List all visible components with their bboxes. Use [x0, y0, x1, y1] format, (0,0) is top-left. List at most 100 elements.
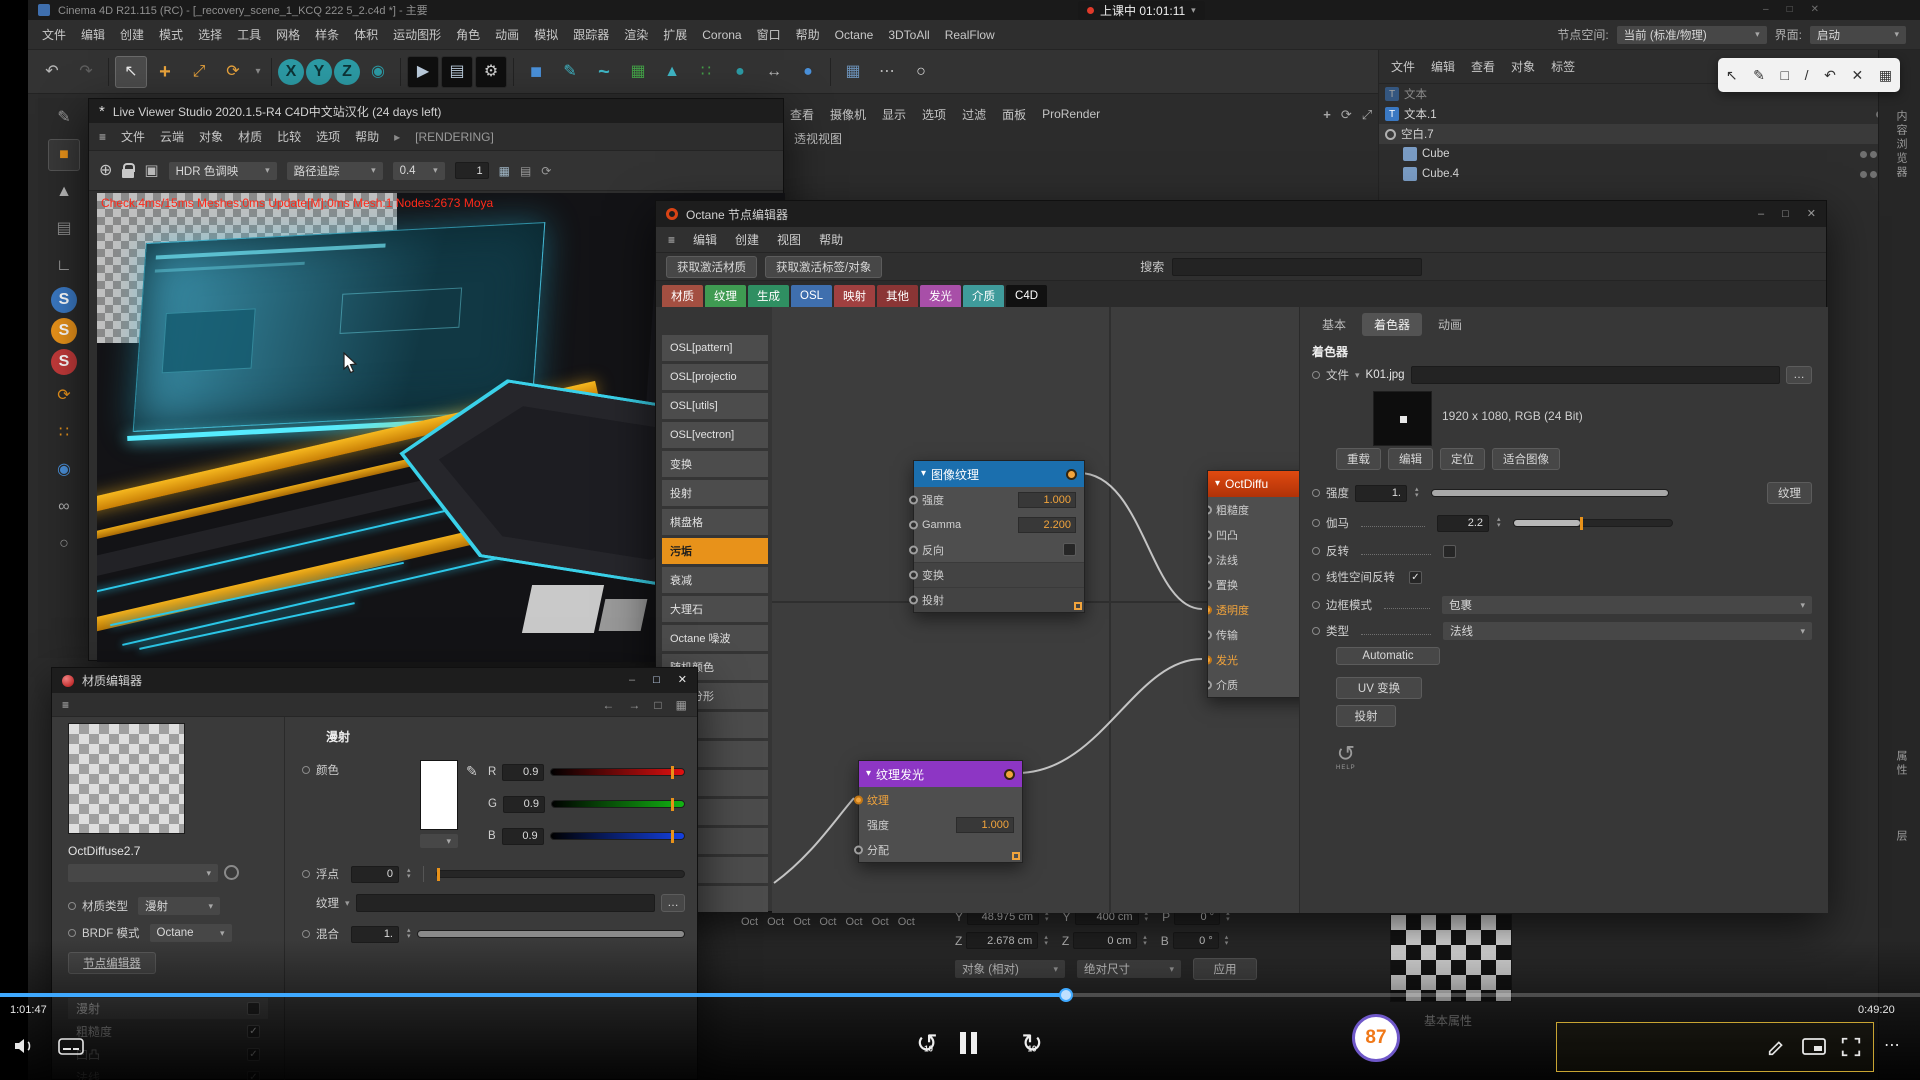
- annotate-button[interactable]: [1766, 1036, 1788, 1061]
- node-space-select[interactable]: 当前 (标准/物理): [1617, 26, 1767, 44]
- line-tool-icon[interactable]: [1805, 68, 1809, 82]
- invert-checkbox[interactable]: [1063, 543, 1076, 556]
- volume-sphere-icon[interactable]: [48, 454, 80, 486]
- tab-generate[interactable]: 生成: [748, 285, 789, 307]
- corner-mode-icon[interactable]: [48, 250, 80, 282]
- gamma-input[interactable]: 2.2: [1437, 515, 1489, 532]
- menu-item[interactable]: 选择: [198, 26, 222, 43]
- om-menu-item[interactable]: 文件: [1391, 58, 1415, 75]
- live-viewer-titlebar[interactable]: Live Viewer Studio 2020.1.5-R4 C4D中文站汉化 …: [89, 99, 783, 123]
- gamma-value[interactable]: 2.200: [1018, 517, 1076, 533]
- anim-dot-icon[interactable]: [302, 766, 310, 774]
- node-type-item[interactable]: 投射: [662, 480, 768, 506]
- menu-item[interactable]: Corona: [702, 28, 741, 42]
- paint-menu[interactable]: [792, 56, 824, 88]
- material-thumb-label[interactable]: Oct: [767, 916, 784, 928]
- image-texture-node-header[interactable]: 图像纹理: [914, 461, 1084, 487]
- menu-item[interactable]: RealFlow: [945, 28, 995, 42]
- viewport-zoom-icon[interactable]: [1362, 108, 1372, 121]
- node-type-item[interactable]: 大理石: [662, 596, 768, 622]
- mix-slider[interactable]: [417, 930, 685, 938]
- power-value[interactable]: 1.000: [956, 817, 1014, 833]
- object-row[interactable]: T 文本.1: [1379, 104, 1920, 124]
- reload-button[interactable]: 重载: [1336, 448, 1381, 470]
- material-thumb-label[interactable]: Oct: [793, 916, 810, 928]
- pointer-tool-icon[interactable]: [1726, 68, 1738, 82]
- menu-item[interactable]: 模式: [159, 26, 183, 43]
- volume-menu[interactable]: [724, 56, 756, 88]
- fullscreen-button[interactable]: [1840, 1036, 1862, 1061]
- browse-button[interactable]: …: [1786, 366, 1812, 384]
- axis-mode-button[interactable]: [758, 56, 790, 88]
- input-pin[interactable]: [909, 495, 918, 504]
- menu-item[interactable]: 动画: [495, 26, 519, 43]
- film-icon[interactable]: [520, 165, 531, 177]
- tab-basic[interactable]: 基本: [1310, 313, 1358, 336]
- lv-menu-item[interactable]: 对象: [199, 128, 223, 145]
- progress-bar[interactable]: [0, 993, 1920, 997]
- invert-checkbox[interactable]: [1443, 545, 1456, 558]
- float-slider[interactable]: [436, 870, 685, 878]
- node-type-item-selected[interactable]: 污垢: [662, 538, 768, 564]
- material-thumb-label[interactable]: Oct: [898, 916, 915, 928]
- tab-texture[interactable]: 纹理: [705, 285, 746, 307]
- input-pin[interactable]: [1207, 555, 1212, 564]
- c4d-titlebar[interactable]: Cinema 4D R21.115 (RC) - [_recovery_scen…: [28, 0, 1920, 20]
- om-menu-item[interactable]: 对象: [1511, 58, 1535, 75]
- undo-tool-icon[interactable]: [1824, 68, 1836, 82]
- power-slider[interactable]: [1431, 489, 1669, 497]
- value-04-select[interactable]: 0.4: [393, 162, 445, 180]
- value-1-field[interactable]: 1: [455, 162, 489, 179]
- color-picker-icon[interactable]: [466, 764, 478, 778]
- preview-refresh-icon[interactable]: [224, 865, 239, 880]
- viewport-menu-item[interactable]: 摄像机: [830, 106, 866, 123]
- texture-button[interactable]: 纹理: [1767, 482, 1812, 504]
- render-settings-button[interactable]: [475, 56, 507, 88]
- tab-medium[interactable]: 介质: [963, 285, 1004, 307]
- model-cube-icon[interactable]: [48, 139, 80, 171]
- minimize-icon[interactable]: [629, 675, 635, 686]
- more-options-button[interactable]: [1884, 1038, 1900, 1054]
- om-menu-item[interactable]: 标签: [1551, 58, 1575, 75]
- output-pin[interactable]: [1066, 469, 1077, 480]
- input-pin-connected[interactable]: [1207, 655, 1212, 664]
- minimize-icon[interactable]: [1758, 209, 1764, 220]
- uv-transform-button[interactable]: UV 变换: [1336, 677, 1422, 699]
- node-type-item[interactable]: Octane 噪波: [662, 625, 768, 651]
- clear-tool-icon[interactable]: [1852, 68, 1864, 82]
- hamburger-icon[interactable]: [668, 234, 675, 246]
- chevron-down-icon[interactable]: [1355, 371, 1360, 380]
- y-axis-lock[interactable]: Y: [306, 59, 332, 85]
- material-preview[interactable]: [68, 723, 185, 834]
- file-path-input[interactable]: [1411, 366, 1780, 384]
- lv-menu-item[interactable]: 比较: [277, 128, 301, 145]
- color-swatch[interactable]: [420, 760, 458, 830]
- anim-dot-icon[interactable]: [302, 870, 310, 878]
- lv-menu-item[interactable]: 云端: [160, 128, 184, 145]
- collapse-icon[interactable]: [866, 769, 871, 779]
- mograph-swirl-icon[interactable]: [48, 380, 80, 412]
- input-pin[interactable]: [1207, 580, 1212, 589]
- sculpt-brush-icon[interactable]: [48, 102, 80, 134]
- get-active-tag-button[interactable]: 获取激活标签/对象: [765, 256, 882, 278]
- input-pin[interactable]: [909, 596, 918, 605]
- viewport-pan-icon[interactable]: [1323, 108, 1331, 121]
- material-type-select[interactable]: 漫射: [138, 897, 220, 915]
- content-table-button[interactable]: [837, 56, 869, 88]
- om-menu-item[interactable]: 查看: [1471, 58, 1495, 75]
- spline-badge-orange-icon[interactable]: S: [51, 318, 77, 344]
- node-type-item[interactable]: OSL[utils]: [662, 393, 768, 419]
- anim-dot-icon[interactable]: [1312, 547, 1320, 555]
- viewport-menu-item[interactable]: 过滤: [962, 106, 986, 123]
- volume-button[interactable]: [12, 1034, 36, 1061]
- mograph-menu[interactable]: [690, 56, 722, 88]
- node-row-projection[interactable]: 投射: [914, 587, 1084, 612]
- layout-icon[interactable]: [676, 699, 687, 711]
- node-type-item[interactable]: 衰减: [662, 567, 768, 593]
- collapse-icon[interactable]: [1215, 479, 1220, 489]
- viewport-menu-item[interactable]: ProRender: [1042, 107, 1100, 121]
- anim-dot-icon[interactable]: [1312, 627, 1320, 635]
- input-pin[interactable]: [854, 845, 863, 854]
- menu-item[interactable]: 运动图形: [393, 26, 441, 43]
- tab-mapping[interactable]: 映射: [834, 285, 875, 307]
